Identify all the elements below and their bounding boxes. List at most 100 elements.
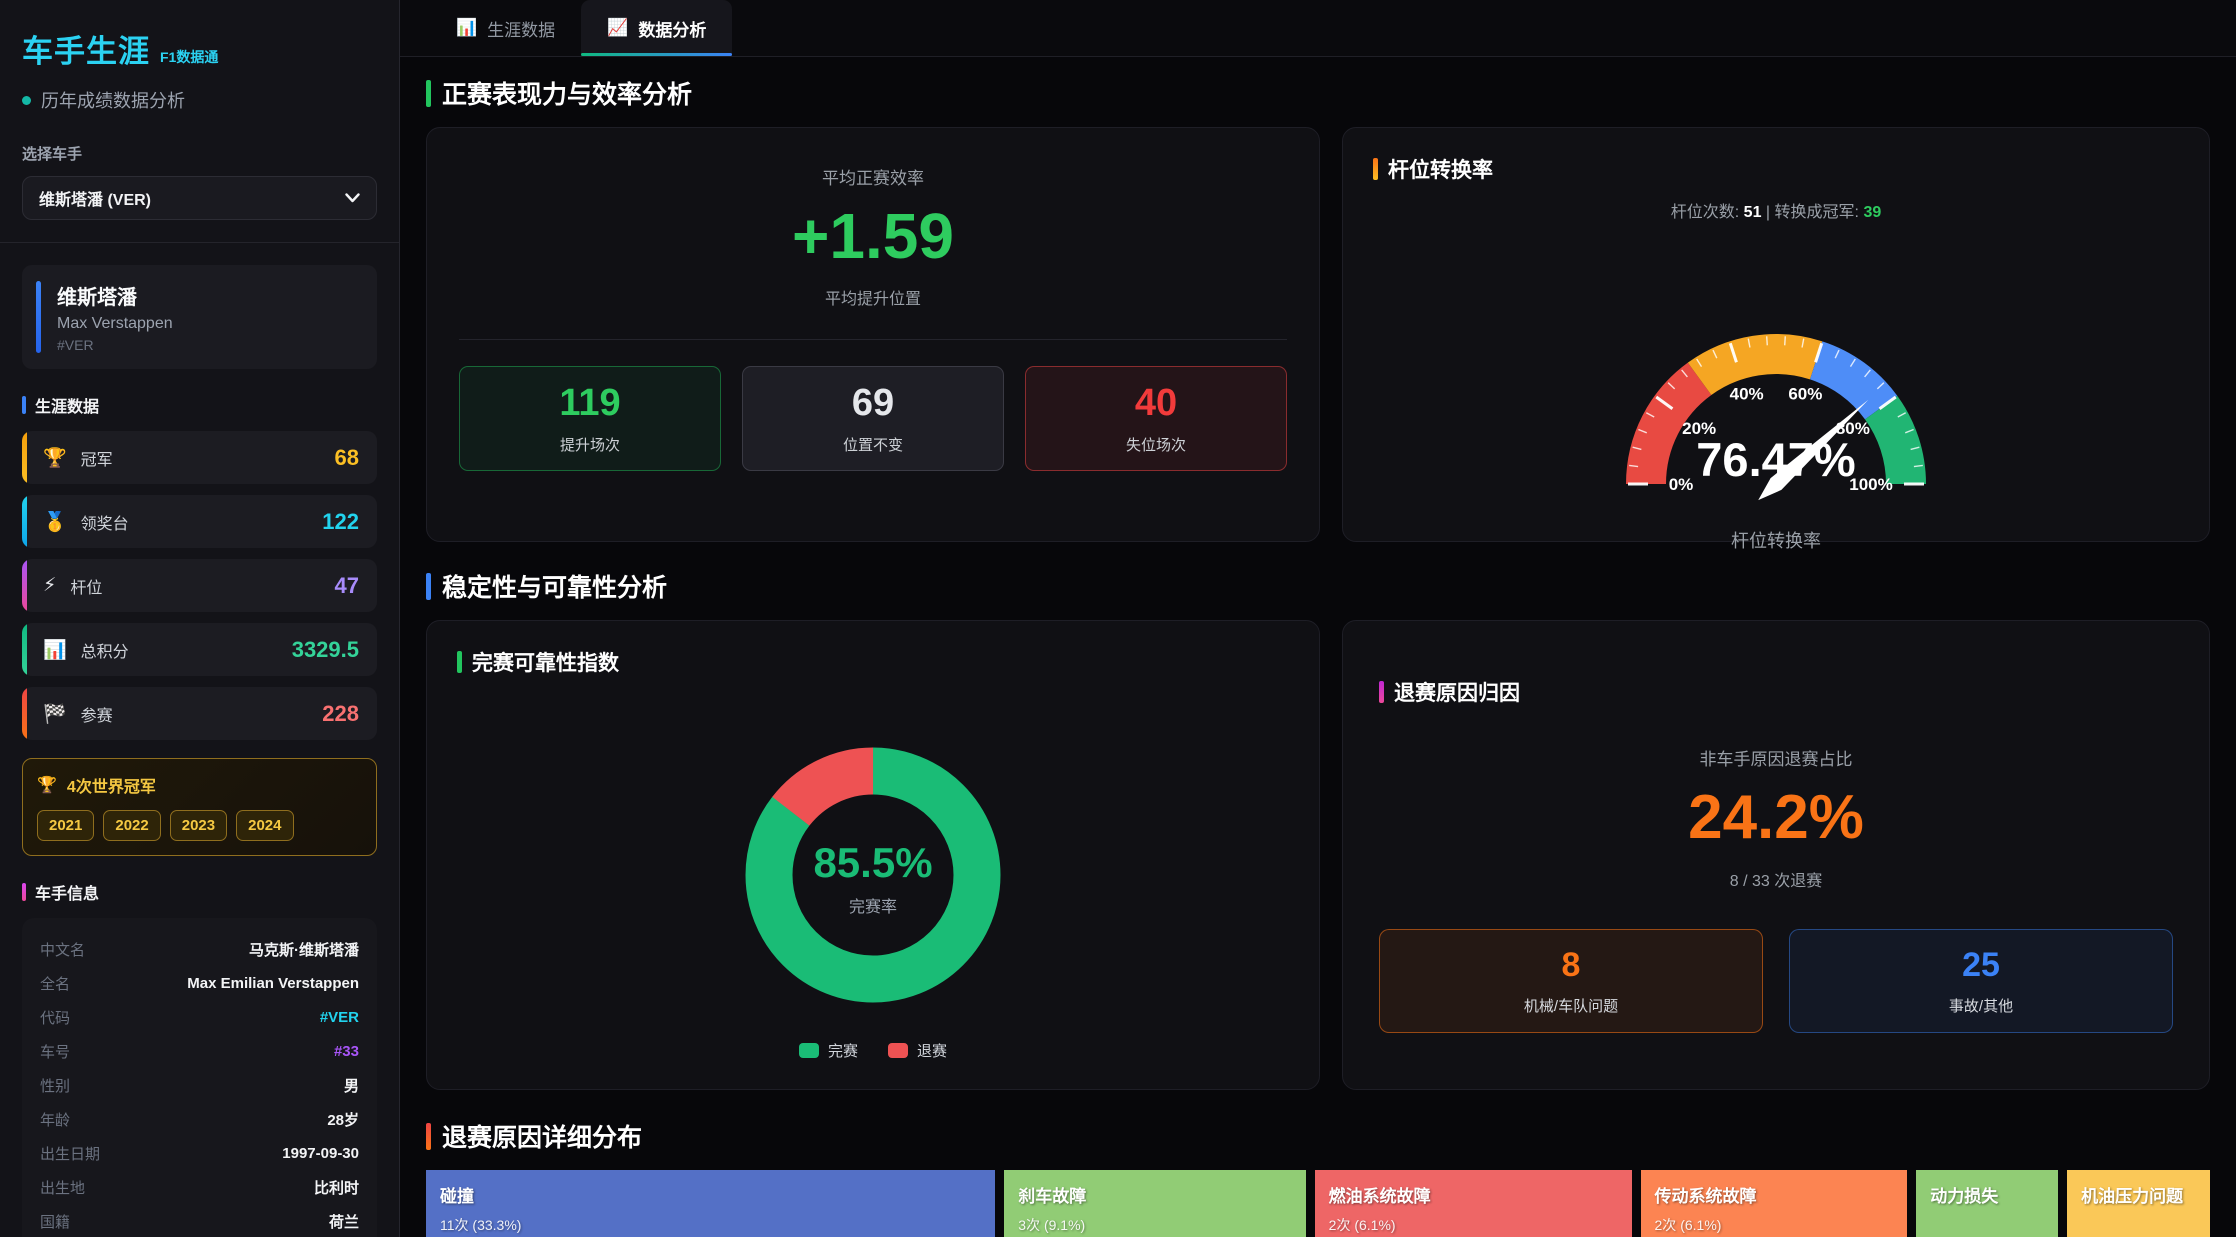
tab-career[interactable]: 📊 生涯数据 <box>430 0 581 56</box>
driver-info-label: 车号 <box>40 1041 70 1062</box>
career-stat-list: 🏆冠军68🥇领奖台122⚡杆位47📊总积分3329.5🏁参赛228 <box>22 431 377 740</box>
driver-info-value: 1997-09-30 <box>282 1145 359 1162</box>
retirement-box-value: 25 <box>1962 946 2000 985</box>
stat-label: 领奖台 <box>81 510 129 534</box>
treemap-cell-title: 燃油系统故障 <box>1329 1182 1618 1207</box>
career-stat-row: 📊 总积分 3329.5 <box>22 623 377 676</box>
retirement-box-acc: 25 事故/其他 <box>1789 929 2173 1033</box>
pole-card-header: 杆位转换率 <box>1373 154 2179 184</box>
row-performance: 平均正赛效率 +1.59 平均提升位置 119提升场次69位置不变40失位场次 … <box>426 127 2210 542</box>
gauge-bottom-label: 杆位转换率 <box>1373 527 2179 553</box>
active-tab-underline <box>581 53 732 56</box>
retirement-box-label: 机械/车队问题 <box>1524 995 1618 1016</box>
poles-count-value: 51 <box>1744 204 1762 221</box>
stat-body: ⚡杆位47 <box>27 559 377 612</box>
divider <box>459 339 1287 340</box>
svg-text:0%: 0% <box>1669 475 1694 494</box>
svg-text:60%: 60% <box>1788 385 1822 404</box>
stat-label: 总积分 <box>81 638 129 662</box>
treemap-cell[interactable]: 动力损失 <box>1916 1170 2058 1237</box>
race-efficiency-card: 平均正赛效率 +1.59 平均提升位置 119提升场次69位置不变40失位场次 <box>426 127 1320 542</box>
retirement-treemap: 碰撞11次 (33.3%)刹车故障3次 (9.1%) 燃油系统故障 2次 (6.1%… <box>426 1170 2210 1237</box>
stat-body: 🥇领奖台122 <box>27 495 377 548</box>
driver-info-row: 年龄28岁 <box>40 1102 359 1136</box>
championship-year-chip: 2023 <box>170 810 227 841</box>
driver-info-row: 车号#33 <box>40 1034 359 1068</box>
finish-rate-value: 85.5% <box>813 839 932 887</box>
driver-select-value: 维斯塔潘 (VER) <box>39 186 151 210</box>
pole-gauge-chart: 0%20%40%60%80%100%76.47% <box>1556 252 1996 525</box>
driver-info-row: 全名 Max Emilian Verstappen <box>40 966 359 1000</box>
efficiency-value: +1.59 <box>459 199 1287 273</box>
driver-select[interactable]: 维斯塔潘 (VER) <box>22 176 377 220</box>
efficiency-box-label: 位置不变 <box>843 434 903 455</box>
treemap-cell-count: 2次 (6.1%) <box>1329 1215 1618 1235</box>
career-data-header: 生涯数据 <box>22 393 377 417</box>
header-bar <box>22 883 26 901</box>
pole-conversion-card: 杆位转换率 杆位次数: 51 | 转换成冠军: 39 0%20%40%60%80… <box>1342 127 2210 542</box>
card-header-bar <box>457 651 462 673</box>
app-subtitle: 历年成绩数据分析 <box>41 87 185 113</box>
stat-label: 杆位 <box>70 574 102 598</box>
app-subtitle-row: 历年成绩数据分析 <box>22 87 377 113</box>
driver-info-label: 出生日期 <box>40 1143 100 1164</box>
stat-value: 228 <box>322 701 359 727</box>
stat-icon: 🥇 <box>43 510 67 534</box>
reliability-card-title: 完赛可靠性指数 <box>472 647 619 677</box>
efficiency-box-value: 119 <box>559 382 620 425</box>
driver-name-zh: 维斯塔潘 <box>57 281 173 310</box>
retirement-card-header: 退赛原因归因 <box>1379 677 2173 707</box>
stat-icon: 📊 <box>43 638 67 662</box>
career-stat-row: 🏁参赛228 <box>22 687 377 740</box>
tab-label: 数据分析 <box>638 16 706 41</box>
section-title: 正赛表现力与效率分析 <box>442 75 692 111</box>
donut-legend: 完赛 退赛 <box>457 1040 1289 1061</box>
efficiency-box-same: 69位置不变 <box>742 366 1004 471</box>
treemap-cell[interactable]: 刹车故障3次 (9.1%) <box>1004 1170 1305 1237</box>
stat-body: 🏁参赛228 <box>27 687 377 740</box>
section-header-performance: 正赛表现力与效率分析 <box>426 75 2210 111</box>
svg-text:40%: 40% <box>1730 385 1764 404</box>
efficiency-box-up: 119提升场次 <box>459 366 721 471</box>
treemap-cell-title: 传动系统故障 <box>1655 1182 1894 1207</box>
career-data-header-label: 生涯数据 <box>35 393 99 417</box>
treemap-cell[interactable]: 机油压力问题 <box>2067 1170 2210 1237</box>
legend-label: 完赛 <box>828 1040 858 1061</box>
efficiency-box-label: 失位场次 <box>1126 434 1186 455</box>
driver-info-label: 代码 <box>40 1007 70 1028</box>
pole-card-title: 杆位转换率 <box>1388 154 1493 184</box>
retirement-box-value: 8 <box>1562 946 1581 985</box>
analysis-content: 正赛表现力与效率分析 平均正赛效率 +1.59 平均提升位置 119提升场次69… <box>400 57 2236 1237</box>
section-title: 稳定性与可靠性分析 <box>442 568 667 604</box>
driver-info-row: 出生日期 1997-09-30 <box>40 1136 359 1170</box>
driver-code: #VER <box>57 337 173 353</box>
treemap-cell-title: 动力损失 <box>1930 1182 2044 1207</box>
legend-label: 退赛 <box>917 1040 947 1061</box>
treemap-cell[interactable]: 燃油系统故障 2次 (6.1%) <box>1315 1170 1632 1237</box>
driver-info-value: Max Emilian Verstappen <box>187 975 359 992</box>
tab-analysis[interactable]: 📈 数据分析 <box>581 0 732 56</box>
championship-year-chip: 2024 <box>236 810 293 841</box>
treemap-cell[interactable]: 碰撞11次 (33.3%) <box>426 1170 995 1237</box>
sidebar-divider <box>0 242 399 243</box>
retirement-box-label: 事故/其他 <box>1949 995 2013 1016</box>
poles-count-label: 杆位次数: <box>1671 204 1739 221</box>
driver-info-row: 中文名马克斯·维斯塔潘 <box>40 932 359 966</box>
driver-info-value: 马克斯·维斯塔潘 <box>249 939 359 960</box>
championships-box: 🏆 4次世界冠军 2021202220232024 <box>22 758 377 856</box>
driver-info-value: 比利时 <box>314 1177 359 1198</box>
stat-icon: 🏁 <box>43 702 67 726</box>
championship-year-chip: 2022 <box>103 810 160 841</box>
career-stat-row: 🥇领奖台122 <box>22 495 377 548</box>
section-bar <box>426 573 431 600</box>
treemap-cell[interactable]: 传动系统故障2次 (6.1%) <box>1641 1170 1908 1237</box>
stat-body: 🏆冠军68 <box>27 431 377 484</box>
legend-swatch <box>799 1043 819 1058</box>
stat-value: 3329.5 <box>292 637 359 663</box>
tab-icon-analysis: 📈 <box>607 18 628 38</box>
tab-label: 生涯数据 <box>487 16 555 41</box>
conversions-label: 转换成冠军: <box>1775 204 1859 221</box>
tab-icon-career: 📊 <box>456 18 477 38</box>
driver-info-label: 全名 <box>40 973 70 994</box>
championship-year-chip: 2021 <box>37 810 94 841</box>
